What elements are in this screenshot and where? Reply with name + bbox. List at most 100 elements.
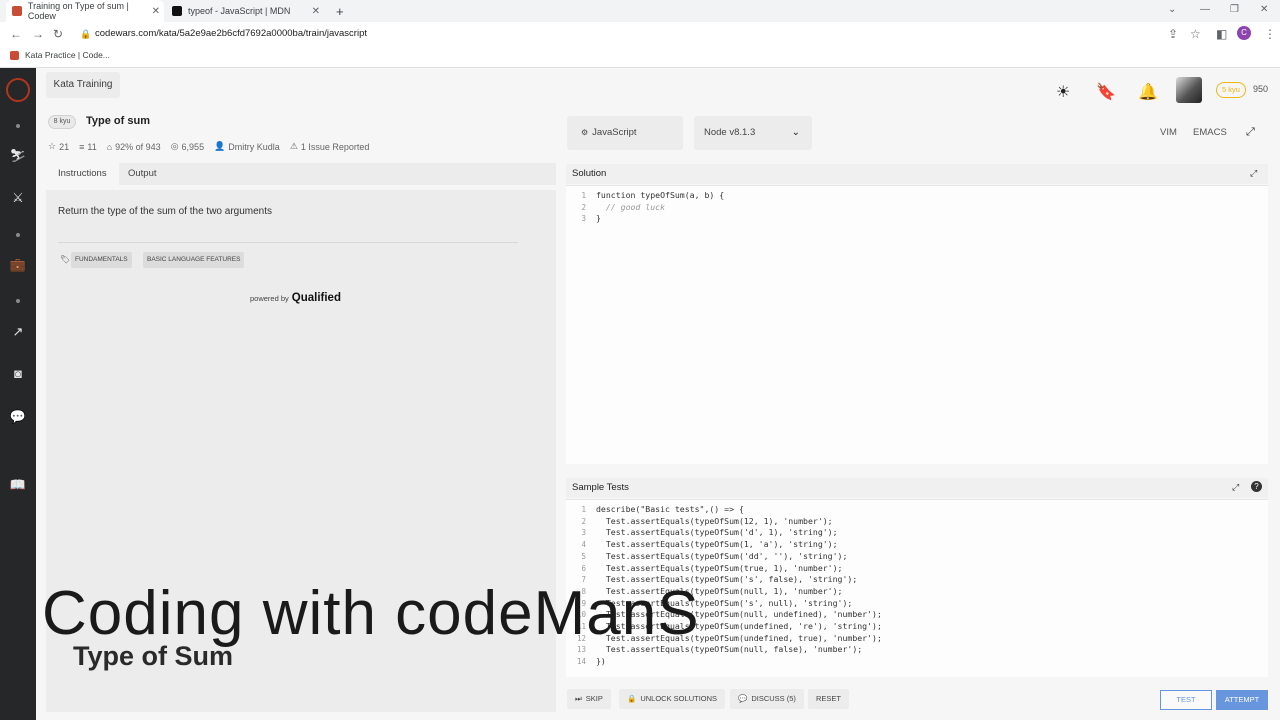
honor-count: 950 xyxy=(1253,84,1269,94)
tab-output[interactable]: Output xyxy=(116,163,169,185)
browser-tab-title: typeof - JavaScript | MDN xyxy=(188,6,291,16)
share-icon[interactable]: ⇪ xyxy=(1168,27,1178,41)
forward-icon[interactable]: → xyxy=(32,27,44,41)
sidebar-dot xyxy=(16,233,20,237)
kata-stats: ☆ 21 ≡ 11 ⌂ 92% of 943 ◎ 6,955 👤 Dmitry Kudla… xyxy=(48,141,369,152)
fullscreen-icon[interactable]: ⤢ xyxy=(1246,126,1255,139)
line-number: 1 xyxy=(581,191,586,200)
solution-editor[interactable]: 1 function typeOfSum(a, b) { 2 // good luc… xyxy=(566,185,1268,464)
completed-icon: ◎ xyxy=(170,141,179,151)
test-button[interactable]: TEST xyxy=(1160,690,1212,710)
browser-tab-mdn[interactable]: typeof - JavaScript | MDN ✕ xyxy=(166,0,324,22)
line-number: 14 xyxy=(576,657,586,667)
profile-avatar[interactable]: C xyxy=(1237,26,1251,40)
collections-stat[interactable]: ≡ 11 xyxy=(79,141,97,152)
completed-count: 6,955 xyxy=(181,141,205,152)
code-text: function typeOfSum(a, b) { xyxy=(596,190,725,200)
briefcase-icon[interactable]: 💼 xyxy=(9,256,27,274)
language-selector[interactable]: ⚙ JavaScript xyxy=(567,116,683,150)
description-tabs: Instructions Output xyxy=(46,163,556,185)
issues-link[interactable]: ⚠ 1 Issue Reported xyxy=(290,141,370,152)
discord-icon[interactable]: ◙ xyxy=(9,365,27,383)
discuss-button[interactable]: 💬 DISCUSS (5) xyxy=(730,689,804,709)
expand-tests-icon[interactable]: ⤢ xyxy=(1232,482,1239,493)
practice-icon[interactable]: ⚔ xyxy=(9,189,27,207)
notifications-bell-icon[interactable]: 🔔 xyxy=(1138,82,1158,102)
unlock-solutions-button[interactable]: 🔒 UNLOCK SOLUTIONS xyxy=(619,689,726,709)
back-icon[interactable]: ← xyxy=(10,27,22,41)
sidebar-dot xyxy=(16,299,20,303)
code-text: Test.assertEquals(typeOfSum('dd', ''), '… xyxy=(596,550,848,561)
code-text: } xyxy=(596,213,601,224)
line-number: 2 xyxy=(581,516,586,526)
codewars-logo-icon[interactable] xyxy=(6,78,30,102)
issues-count: 1 Issue Reported xyxy=(300,141,370,152)
author-link[interactable]: 👤 Dmitry Kudla xyxy=(214,141,280,152)
close-window-icon[interactable]: ✕ xyxy=(1260,4,1268,15)
help-icon[interactable]: ? xyxy=(1251,481,1262,492)
chevron-down-icon: ⌄ xyxy=(791,127,800,138)
tab-search-icon[interactable]: ⌄ xyxy=(1168,4,1176,15)
video-title-overlay: Coding with codeManS xyxy=(42,579,700,648)
satisfaction-value: 92% of 943 xyxy=(115,141,161,152)
bookmarks-bar: Kata Practice | Code... xyxy=(0,46,1280,68)
emacs-mode-toggle[interactable]: EMACS xyxy=(1193,127,1227,138)
lock-icon[interactable]: 🔒 xyxy=(80,29,91,40)
author-name: Dmitry Kudla xyxy=(228,141,280,152)
reload-icon[interactable]: ↻ xyxy=(53,27,63,41)
powered-by-qualified[interactable]: powered by Qualified xyxy=(250,292,341,304)
expand-solution-icon[interactable]: ⤢ xyxy=(1250,168,1257,179)
version-selector[interactable]: Node v8.1.3 ⌄ xyxy=(694,116,812,150)
user-avatar[interactable] xyxy=(1176,77,1202,103)
satisfaction-stat: ⌂ 92% of 943 xyxy=(107,141,161,152)
codewars-favicon-icon xyxy=(12,6,22,16)
user-icon: 👤 xyxy=(214,141,226,151)
tag-basic-language-features[interactable]: BASIC LANGUAGE FEATURES xyxy=(143,252,245,268)
docs-book-icon[interactable]: 📖 xyxy=(9,476,27,494)
code-text: Test.assertEquals(typeOfSum('d', 1), 'st… xyxy=(596,527,838,538)
code-text: Test.assertEquals(typeOfSum(true, 1), 'n… xyxy=(596,562,843,573)
sidepanel-icon[interactable]: ◧ xyxy=(1216,27,1227,41)
code-text: describe("Basic tests",() => { xyxy=(596,504,744,514)
vim-mode-toggle[interactable]: VIM xyxy=(1160,127,1177,138)
url-field[interactable]: codewars.com/kata/5a2e9ae2b6cfd7692a0000… xyxy=(95,28,367,39)
version-label: Node v8.1.3 xyxy=(704,127,756,138)
theme-toggle-icon[interactable]: ☀ xyxy=(1056,82,1070,102)
video-subtitle-overlay: Type of Sum xyxy=(73,641,234,671)
attempt-button[interactable]: ATTEMPT xyxy=(1216,690,1268,710)
minimize-icon[interactable]: — xyxy=(1200,4,1210,15)
stars-stat[interactable]: ☆ 21 xyxy=(48,141,69,152)
lock-icon: 🔒 xyxy=(627,694,637,703)
line-number: 1 xyxy=(581,505,586,514)
bookmark-kata-practice[interactable]: Kata Practice | Code... xyxy=(10,50,110,60)
line-number: 5 xyxy=(581,551,586,561)
collections-icon: ≡ xyxy=(79,141,85,152)
mdn-favicon-icon xyxy=(172,6,182,16)
skip-button[interactable]: ⏭ SKIP xyxy=(567,689,611,709)
close-tab-icon[interactable]: ✕ xyxy=(312,6,320,17)
new-tab-button[interactable]: + xyxy=(330,0,350,22)
app-sidebar: ⛷ ⚔ 💼 ↗ ◙ 💬 📖 xyxy=(0,68,36,720)
tag-fundamentals[interactable]: FUNDAMENTALS xyxy=(71,252,132,268)
discuss-icon: 💬 xyxy=(738,694,748,703)
browser-tabbar: Training on Type of sum | Codew ✕ typeof… xyxy=(0,0,1280,22)
close-tab-icon[interactable]: ✕ xyxy=(152,6,160,17)
stars-count: 21 xyxy=(59,141,70,152)
warning-icon: ⚠ xyxy=(289,141,298,151)
tab-instructions[interactable]: Instructions xyxy=(46,163,119,185)
trending-icon[interactable]: ↗ xyxy=(9,323,27,341)
discussion-icon[interactable]: 💬 xyxy=(9,408,27,426)
browser-tab-codewars[interactable]: Training on Type of sum | Codew ✕ xyxy=(6,0,164,22)
code-text: // good luck xyxy=(596,201,666,212)
completed-stat: ◎ 6,955 xyxy=(171,141,204,152)
restore-icon[interactable]: ❐ xyxy=(1230,4,1239,15)
bookmark-icon[interactable]: 🔖 xyxy=(1096,82,1116,102)
reset-button[interactable]: RESET xyxy=(808,689,850,709)
line-number: 2 xyxy=(581,202,586,212)
bookmark-star-icon[interactable]: ☆ xyxy=(1190,27,1201,41)
unlock-label: UNLOCK SOLUTIONS xyxy=(640,694,718,703)
rank-badge: 5 kyu xyxy=(1216,82,1246,98)
training-icon[interactable]: ⛷ xyxy=(9,147,27,165)
tag-icon: 🏷 xyxy=(60,255,71,264)
menu-kebab-icon[interactable]: ⋮ xyxy=(1264,27,1276,41)
